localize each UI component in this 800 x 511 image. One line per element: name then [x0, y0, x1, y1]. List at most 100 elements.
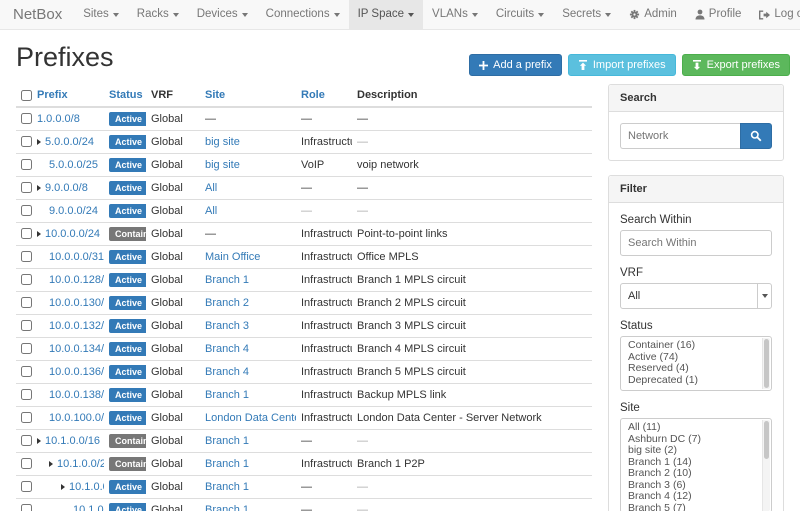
- row-checkbox[interactable]: [21, 205, 32, 216]
- app-brand[interactable]: NetBox: [13, 0, 62, 29]
- expand-caret-icon[interactable]: [61, 484, 65, 490]
- prefix-link[interactable]: 10.1.0.0/26: [73, 504, 104, 511]
- vrf-cell: Global: [146, 338, 200, 361]
- prefix-link[interactable]: 10.1.0.0/24: [57, 458, 104, 470]
- prefix-link[interactable]: 5.0.0.0/25: [49, 159, 98, 171]
- prefix-link[interactable]: 5.0.0.0/24: [45, 136, 94, 148]
- prefix-link[interactable]: 10.0.0.134/31: [49, 343, 104, 355]
- row-checkbox[interactable]: [21, 251, 32, 262]
- search-within-input[interactable]: [620, 230, 772, 256]
- row-checkbox[interactable]: [21, 389, 32, 400]
- filter-option[interactable]: Deprecated (1): [621, 375, 771, 387]
- row-checkbox[interactable]: [21, 320, 32, 331]
- add-a-prefix-button[interactable]: Add a prefix: [469, 54, 562, 76]
- expand-caret-icon[interactable]: [37, 438, 41, 444]
- chevron-down-icon: [757, 284, 771, 308]
- nav-item-devices[interactable]: Devices: [188, 0, 257, 29]
- filter-option[interactable]: Branch 4 (12): [621, 491, 771, 503]
- nav-item-ip-space[interactable]: IP Space: [349, 0, 423, 29]
- nav-item-log-out[interactable]: Log out: [750, 0, 800, 29]
- prefix-cell: 10.0.0.136/31: [32, 361, 104, 384]
- row-checkbox[interactable]: [21, 297, 32, 308]
- row-checkbox[interactable]: [21, 182, 32, 193]
- site-link[interactable]: All: [205, 182, 217, 194]
- row-checkbox[interactable]: [21, 113, 32, 124]
- row-checkbox[interactable]: [21, 274, 32, 285]
- site-link[interactable]: Branch 1: [205, 274, 249, 286]
- site-link[interactable]: Branch 1: [205, 389, 249, 401]
- search-input[interactable]: [620, 123, 740, 149]
- prefix-link[interactable]: 10.1.0.0/25: [69, 481, 104, 493]
- import-prefixes-button[interactable]: Import prefixes: [568, 54, 676, 76]
- site-link[interactable]: Branch 1: [205, 458, 249, 470]
- prefix-link[interactable]: 9.0.0.0/24: [49, 205, 98, 217]
- nav-item-circuits[interactable]: Circuits: [487, 0, 553, 29]
- filter-option[interactable]: Container (16): [621, 340, 771, 352]
- prefix-link[interactable]: 10.0.0.136/31: [49, 366, 104, 378]
- row-checkbox[interactable]: [21, 343, 32, 354]
- status-badge: Active: [109, 319, 146, 333]
- site-link[interactable]: Branch 1: [205, 435, 249, 447]
- row-checkbox[interactable]: [21, 458, 32, 469]
- nav-item-admin[interactable]: Admin: [620, 0, 686, 29]
- expand-caret-icon[interactable]: [37, 185, 41, 191]
- status-cell: Active: [104, 361, 146, 384]
- site-link[interactable]: Branch 1: [205, 481, 249, 493]
- filter-option[interactable]: Branch 2 (10): [621, 468, 771, 480]
- filter-option[interactable]: All (11): [621, 422, 771, 434]
- scrollbar-thumb[interactable]: [764, 421, 769, 459]
- nav-item-profile[interactable]: Profile: [686, 0, 751, 29]
- site-link[interactable]: big site: [205, 136, 240, 148]
- prefix-link[interactable]: 10.0.100.0/24: [49, 412, 104, 424]
- filter-option[interactable]: big site (2): [621, 445, 771, 457]
- scrollbar-thumb[interactable]: [764, 339, 769, 388]
- prefix-link[interactable]: 10.0.0.128/31: [49, 274, 104, 286]
- prefix-link[interactable]: 10.0.0.130/31: [49, 297, 104, 309]
- select-all-checkbox[interactable]: [21, 90, 32, 101]
- prefix-link[interactable]: 10.1.0.0/16: [45, 435, 100, 447]
- checkbox-cell: [16, 107, 32, 131]
- site-link[interactable]: big site: [205, 159, 240, 171]
- column-sort-link[interactable]: Prefix: [37, 89, 68, 101]
- prefix-link[interactable]: 10.0.0.138/31: [49, 389, 104, 401]
- site-link[interactable]: Branch 3: [205, 320, 249, 332]
- column-sort-link[interactable]: Status: [109, 89, 143, 101]
- site-link[interactable]: All: [205, 205, 217, 217]
- nav-item-sites[interactable]: Sites: [74, 0, 128, 29]
- row-checkbox[interactable]: [21, 481, 32, 492]
- site-link[interactable]: Branch 4: [205, 366, 249, 378]
- site-link[interactable]: Branch 1: [205, 504, 249, 511]
- site-link[interactable]: Branch 2: [205, 297, 249, 309]
- prefix-link[interactable]: 9.0.0.0/8: [45, 182, 88, 194]
- vrf-select[interactable]: All: [620, 283, 772, 309]
- row-checkbox[interactable]: [21, 412, 32, 423]
- expand-caret-icon[interactable]: [37, 231, 41, 237]
- row-checkbox[interactable]: [21, 504, 32, 511]
- row-checkbox[interactable]: [21, 228, 32, 239]
- site-link[interactable]: Main Office: [205, 251, 260, 263]
- site-link[interactable]: Branch 4: [205, 343, 249, 355]
- search-button[interactable]: [740, 123, 772, 149]
- column-sort-link[interactable]: Role: [301, 89, 325, 101]
- prefix-link[interactable]: 10.0.0.0/24: [45, 228, 100, 240]
- nav-item-vlans[interactable]: VLANs: [423, 0, 487, 29]
- row-checkbox[interactable]: [21, 159, 32, 170]
- expand-caret-icon[interactable]: [37, 139, 41, 145]
- site-cell: Branch 1: [200, 499, 296, 511]
- column-sort-link[interactable]: Site: [205, 89, 225, 101]
- row-checkbox[interactable]: [21, 366, 32, 377]
- prefix-link[interactable]: 10.0.0.132/31: [49, 320, 104, 332]
- prefix-cell: 10.0.0.0/31: [32, 246, 104, 269]
- expand-caret-icon[interactable]: [49, 461, 53, 467]
- nav-item-secrets[interactable]: Secrets: [553, 0, 620, 29]
- prefix-link[interactable]: 1.0.0.0/8: [37, 113, 80, 125]
- row-checkbox[interactable]: [21, 435, 32, 446]
- nav-item-connections[interactable]: Connections: [257, 0, 349, 29]
- filter-option[interactable]: Branch 5 (7): [621, 503, 771, 511]
- nav-item-racks[interactable]: Racks: [128, 0, 188, 29]
- site-link[interactable]: London Data Center: [205, 412, 296, 424]
- prefix-link[interactable]: 10.0.0.0/31: [49, 251, 104, 263]
- row-checkbox[interactable]: [21, 136, 32, 147]
- export-prefixes-button[interactable]: Export prefixes: [682, 54, 790, 76]
- filter-option[interactable]: Reserved (4): [621, 363, 771, 375]
